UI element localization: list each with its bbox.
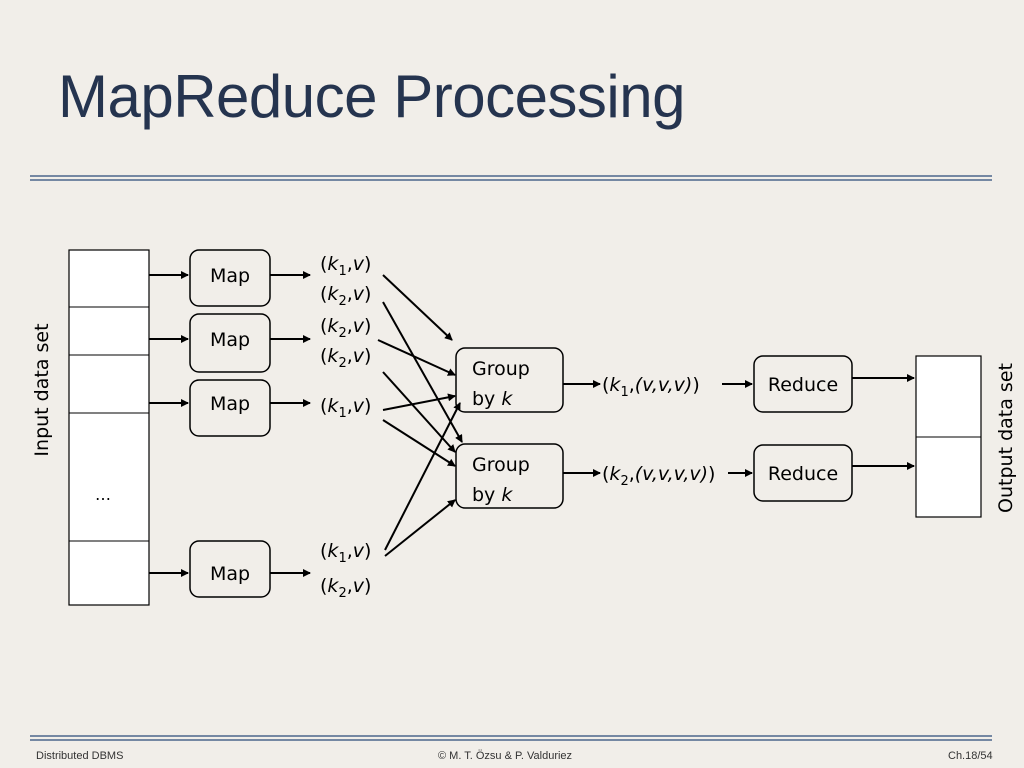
reduce-task: Reduce [753,355,853,413]
group-by-key-task: Group by k (k2,(v,v,v,v)) [455,443,715,509]
key-value-pair: (k2,v) [320,283,371,309]
map-task: Map (k1,v) [189,379,371,437]
map-label: Map [210,393,250,415]
output-data-set [915,355,982,518]
map-label: Map [210,329,250,351]
map-task: Map (k1,v) (k2,v) [189,249,371,309]
map-label: Map [210,563,250,585]
input-data-set: … [68,249,150,606]
map-task: Map (k1,v) (k2,v) [189,540,371,601]
mapreduce-diagram: … Input data set Output data set Map (k1,… [31,249,1017,606]
reduce-label: Reduce [768,463,838,485]
group-label: by k [472,388,513,410]
group-label: by k [472,484,513,506]
group-label: Group [472,454,530,476]
shuffle-arrow [377,339,456,376]
key-value-pair: (k1,v) [320,395,371,421]
key-value-pair: (k2,v) [320,345,371,371]
shuffle-arrow [382,419,456,467]
reduce-label: Reduce [768,374,838,396]
grouped-pair: (k1,(v,v,v)) [602,374,700,400]
reduce-task: Reduce [753,444,853,502]
grouped-pair: (k2,(v,v,v,v)) [602,463,715,489]
input-ellipsis: … [95,485,111,504]
key-value-pair: (k2,v) [320,315,371,341]
shuffle-arrow [384,402,461,551]
map-task: Map (k2,v) (k2,v) [189,313,371,373]
key-value-pair: (k1,v) [320,253,371,279]
group-by-key-task: Group by k (k1,(v,v,v)) [455,347,700,413]
shuffle-arrow [382,274,453,341]
group-label: Group [472,358,530,380]
key-value-pair: (k2,v) [320,575,371,601]
shuffle-arrow [382,393,456,411]
key-value-pair: (k1,v) [320,540,371,566]
input-label: Input data set [31,323,53,456]
output-label: Output data set [995,363,1017,513]
map-label: Map [210,265,250,287]
